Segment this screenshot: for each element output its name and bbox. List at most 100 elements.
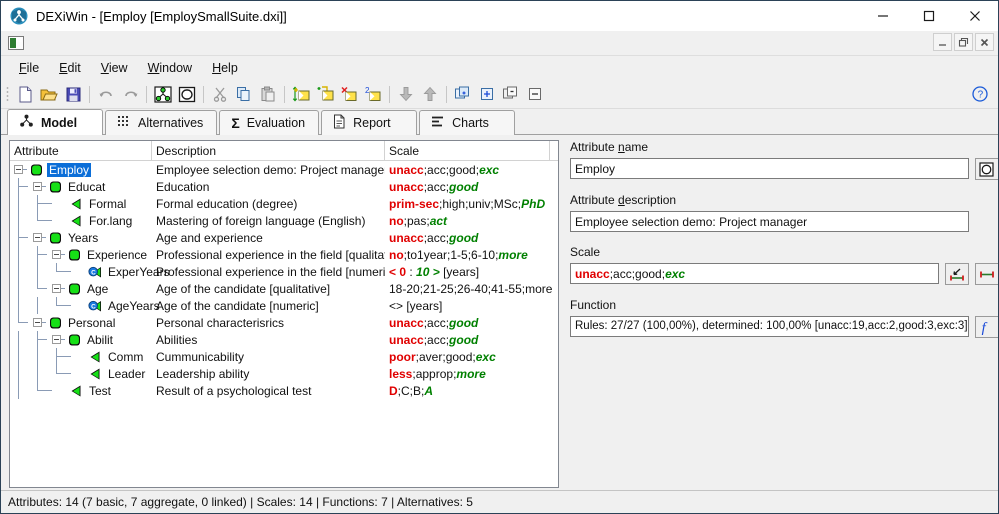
attribute-cell[interactable]: For.lang: [10, 212, 152, 229]
table-row[interactable]: Leader Leadership ability less;approp;more: [10, 365, 558, 382]
attribute-name-label-test[interactable]: Test: [87, 384, 113, 398]
close-button[interactable]: [952, 1, 998, 31]
table-row[interactable]: Abilit Abilities unacc;acc;good: [10, 331, 558, 348]
tree-expander-icon[interactable]: [33, 318, 42, 327]
paste-icon[interactable]: [256, 82, 280, 106]
scale-cell[interactable]: unacc;acc;good;exc: [385, 163, 555, 177]
attribute-name-label-abilit[interactable]: Abilit: [85, 333, 115, 347]
description-cell[interactable]: Education: [152, 180, 385, 194]
table-row[interactable]: Formal Formal education (degree) prim-sec;…: [10, 195, 558, 212]
menu-view[interactable]: View: [91, 58, 138, 78]
description-cell[interactable]: Personal characterisrics: [152, 316, 385, 330]
table-row[interactable]: Years Age and experience unacc;acc;good: [10, 229, 558, 246]
expand-one-icon[interactable]: [475, 82, 499, 106]
scale-range-icon[interactable]: [974, 263, 998, 285]
column-header-description[interactable]: Description: [152, 141, 385, 160]
attribute-tree-grid[interactable]: Attribute Description Scale Employ Employ…: [9, 140, 559, 488]
tree-model-icon[interactable]: [151, 82, 175, 106]
attribute-cell[interactable]: Test: [10, 382, 152, 399]
delete-attribute-icon[interactable]: [337, 82, 361, 106]
function-icon[interactable]: f: [974, 316, 998, 338]
maximize-button[interactable]: [906, 1, 952, 31]
table-row[interactable]: Employ Employee selection demo: Project m…: [10, 161, 558, 178]
menu-help[interactable]: Help: [202, 58, 248, 78]
tree-expander-icon[interactable]: [52, 335, 61, 344]
attribute-name-label-personal[interactable]: Personal: [66, 316, 117, 330]
attribute-name-label-years[interactable]: Years: [66, 231, 100, 245]
menu-window[interactable]: Window: [138, 58, 202, 78]
attribute-name-label-employ[interactable]: Employ: [47, 162, 92, 177]
menu-file[interactable]: File: [9, 58, 49, 78]
save-disk-icon[interactable]: [61, 82, 85, 106]
add-sibling-icon[interactable]: [289, 82, 313, 106]
description-cell[interactable]: Result of a psychological test: [152, 384, 385, 398]
attribute-name-input[interactable]: Employ: [570, 158, 969, 179]
attribute-cell[interactable]: Abilit: [10, 331, 152, 348]
attribute-name-label-age[interactable]: Age: [85, 282, 110, 296]
attribute-cell[interactable]: Leader: [10, 365, 152, 382]
menu-edit[interactable]: Edit: [49, 58, 91, 78]
duplicate-attribute-icon[interactable]: 2: [361, 82, 385, 106]
table-row[interactable]: Age Age of the candidate [qualitative] 18-…: [10, 280, 558, 297]
attribute-cell[interactable]: Age: [10, 280, 152, 297]
tree-expander-icon[interactable]: [14, 165, 23, 174]
attribute-name-label-experience[interactable]: Experience: [85, 248, 149, 262]
description-cell[interactable]: Age and experience: [152, 231, 385, 245]
description-cell[interactable]: Formal education (degree): [152, 197, 385, 211]
scale-cell[interactable]: 18-20;21-25;26-40;41-55;more: [385, 282, 555, 296]
description-cell[interactable]: Employee selection demo: Project manager: [152, 163, 385, 177]
edit-scale-icon[interactable]: [944, 263, 969, 285]
description-cell[interactable]: Age of the candidate [numeric]: [152, 299, 385, 313]
toolbar-grip[interactable]: [6, 86, 9, 102]
collapse-all-icon[interactable]: [499, 82, 523, 106]
table-row[interactable]: C ExperYears Professional experience in th…: [10, 263, 558, 280]
attribute-cell[interactable]: Educat: [10, 178, 152, 195]
scale-input[interactable]: unacc;acc;good;exc: [570, 263, 939, 284]
tab-report[interactable]: Report: [321, 110, 418, 135]
undo-icon[interactable]: [94, 82, 118, 106]
description-cell[interactable]: Mastering of foreign language (English): [152, 214, 385, 228]
tab-model[interactable]: Model: [7, 109, 103, 135]
add-child-icon[interactable]: [313, 82, 337, 106]
attribute-cell[interactable]: Comm: [10, 348, 152, 365]
mdi-restore-button[interactable]: [954, 33, 973, 51]
attribute-cell[interactable]: C AgeYears: [10, 297, 160, 314]
scale-cell[interactable]: poor;aver;good;exc: [385, 350, 555, 364]
scale-cell[interactable]: <> [years]: [385, 299, 555, 313]
scale-cell[interactable]: unacc;acc;good: [385, 333, 555, 347]
attribute-description-input[interactable]: Employee selection demo: Project manager: [570, 211, 969, 232]
table-row[interactable]: Personal Personal characterisrics unacc;ac…: [10, 314, 558, 331]
attribute-name-label-formal[interactable]: Formal: [87, 197, 128, 211]
scale-cell[interactable]: prim-sec;high;univ;MSc;PhD: [385, 197, 555, 211]
description-cell[interactable]: Age of the candidate [qualitative]: [152, 282, 385, 296]
description-cell[interactable]: Abilities: [152, 333, 385, 347]
open-folder-icon[interactable]: [37, 82, 61, 106]
tab-evaluation[interactable]: Σ Evaluation: [219, 110, 320, 135]
copy-icon[interactable]: [232, 82, 256, 106]
tree-expander-icon[interactable]: [52, 284, 61, 293]
help-question-icon[interactable]: ?: [968, 82, 992, 106]
tree-expander-icon[interactable]: [33, 182, 42, 191]
scale-cell[interactable]: unacc;acc;good: [385, 180, 555, 194]
table-row[interactable]: For.lang Mastering of foreign language (E…: [10, 212, 558, 229]
minimize-button[interactable]: [860, 1, 906, 31]
attribute-name-label-for.lang[interactable]: For.lang: [87, 214, 134, 228]
table-row[interactable]: Experience Professional experience in the…: [10, 246, 558, 263]
attribute-name-label-leader[interactable]: Leader: [106, 367, 147, 381]
attribute-cell[interactable]: C ExperYears: [10, 263, 170, 280]
scale-shape-icon[interactable]: [175, 82, 199, 106]
scale-cell[interactable]: unacc;acc;good: [385, 316, 555, 330]
description-cell[interactable]: Leadership ability: [152, 367, 385, 381]
cut-scissors-icon[interactable]: [208, 82, 232, 106]
attribute-cell[interactable]: Formal: [10, 195, 152, 212]
scale-cell[interactable]: no;pas;act: [385, 214, 555, 228]
attribute-name-label-educat[interactable]: Educat: [66, 180, 107, 194]
scale-cell[interactable]: no;to1year;1-5;6-10;more: [385, 248, 555, 262]
table-row[interactable]: C AgeYears Age of the candidate [numeric] <…: [10, 297, 558, 314]
mdi-close-button[interactable]: [975, 33, 994, 51]
scale-cell[interactable]: D;C;B;A: [385, 384, 555, 398]
column-header-scale[interactable]: Scale: [385, 141, 550, 160]
scale-shape-icon[interactable]: [974, 158, 998, 180]
attribute-cell[interactable]: Experience: [10, 246, 152, 263]
description-cell[interactable]: Cummunicability: [152, 350, 385, 364]
